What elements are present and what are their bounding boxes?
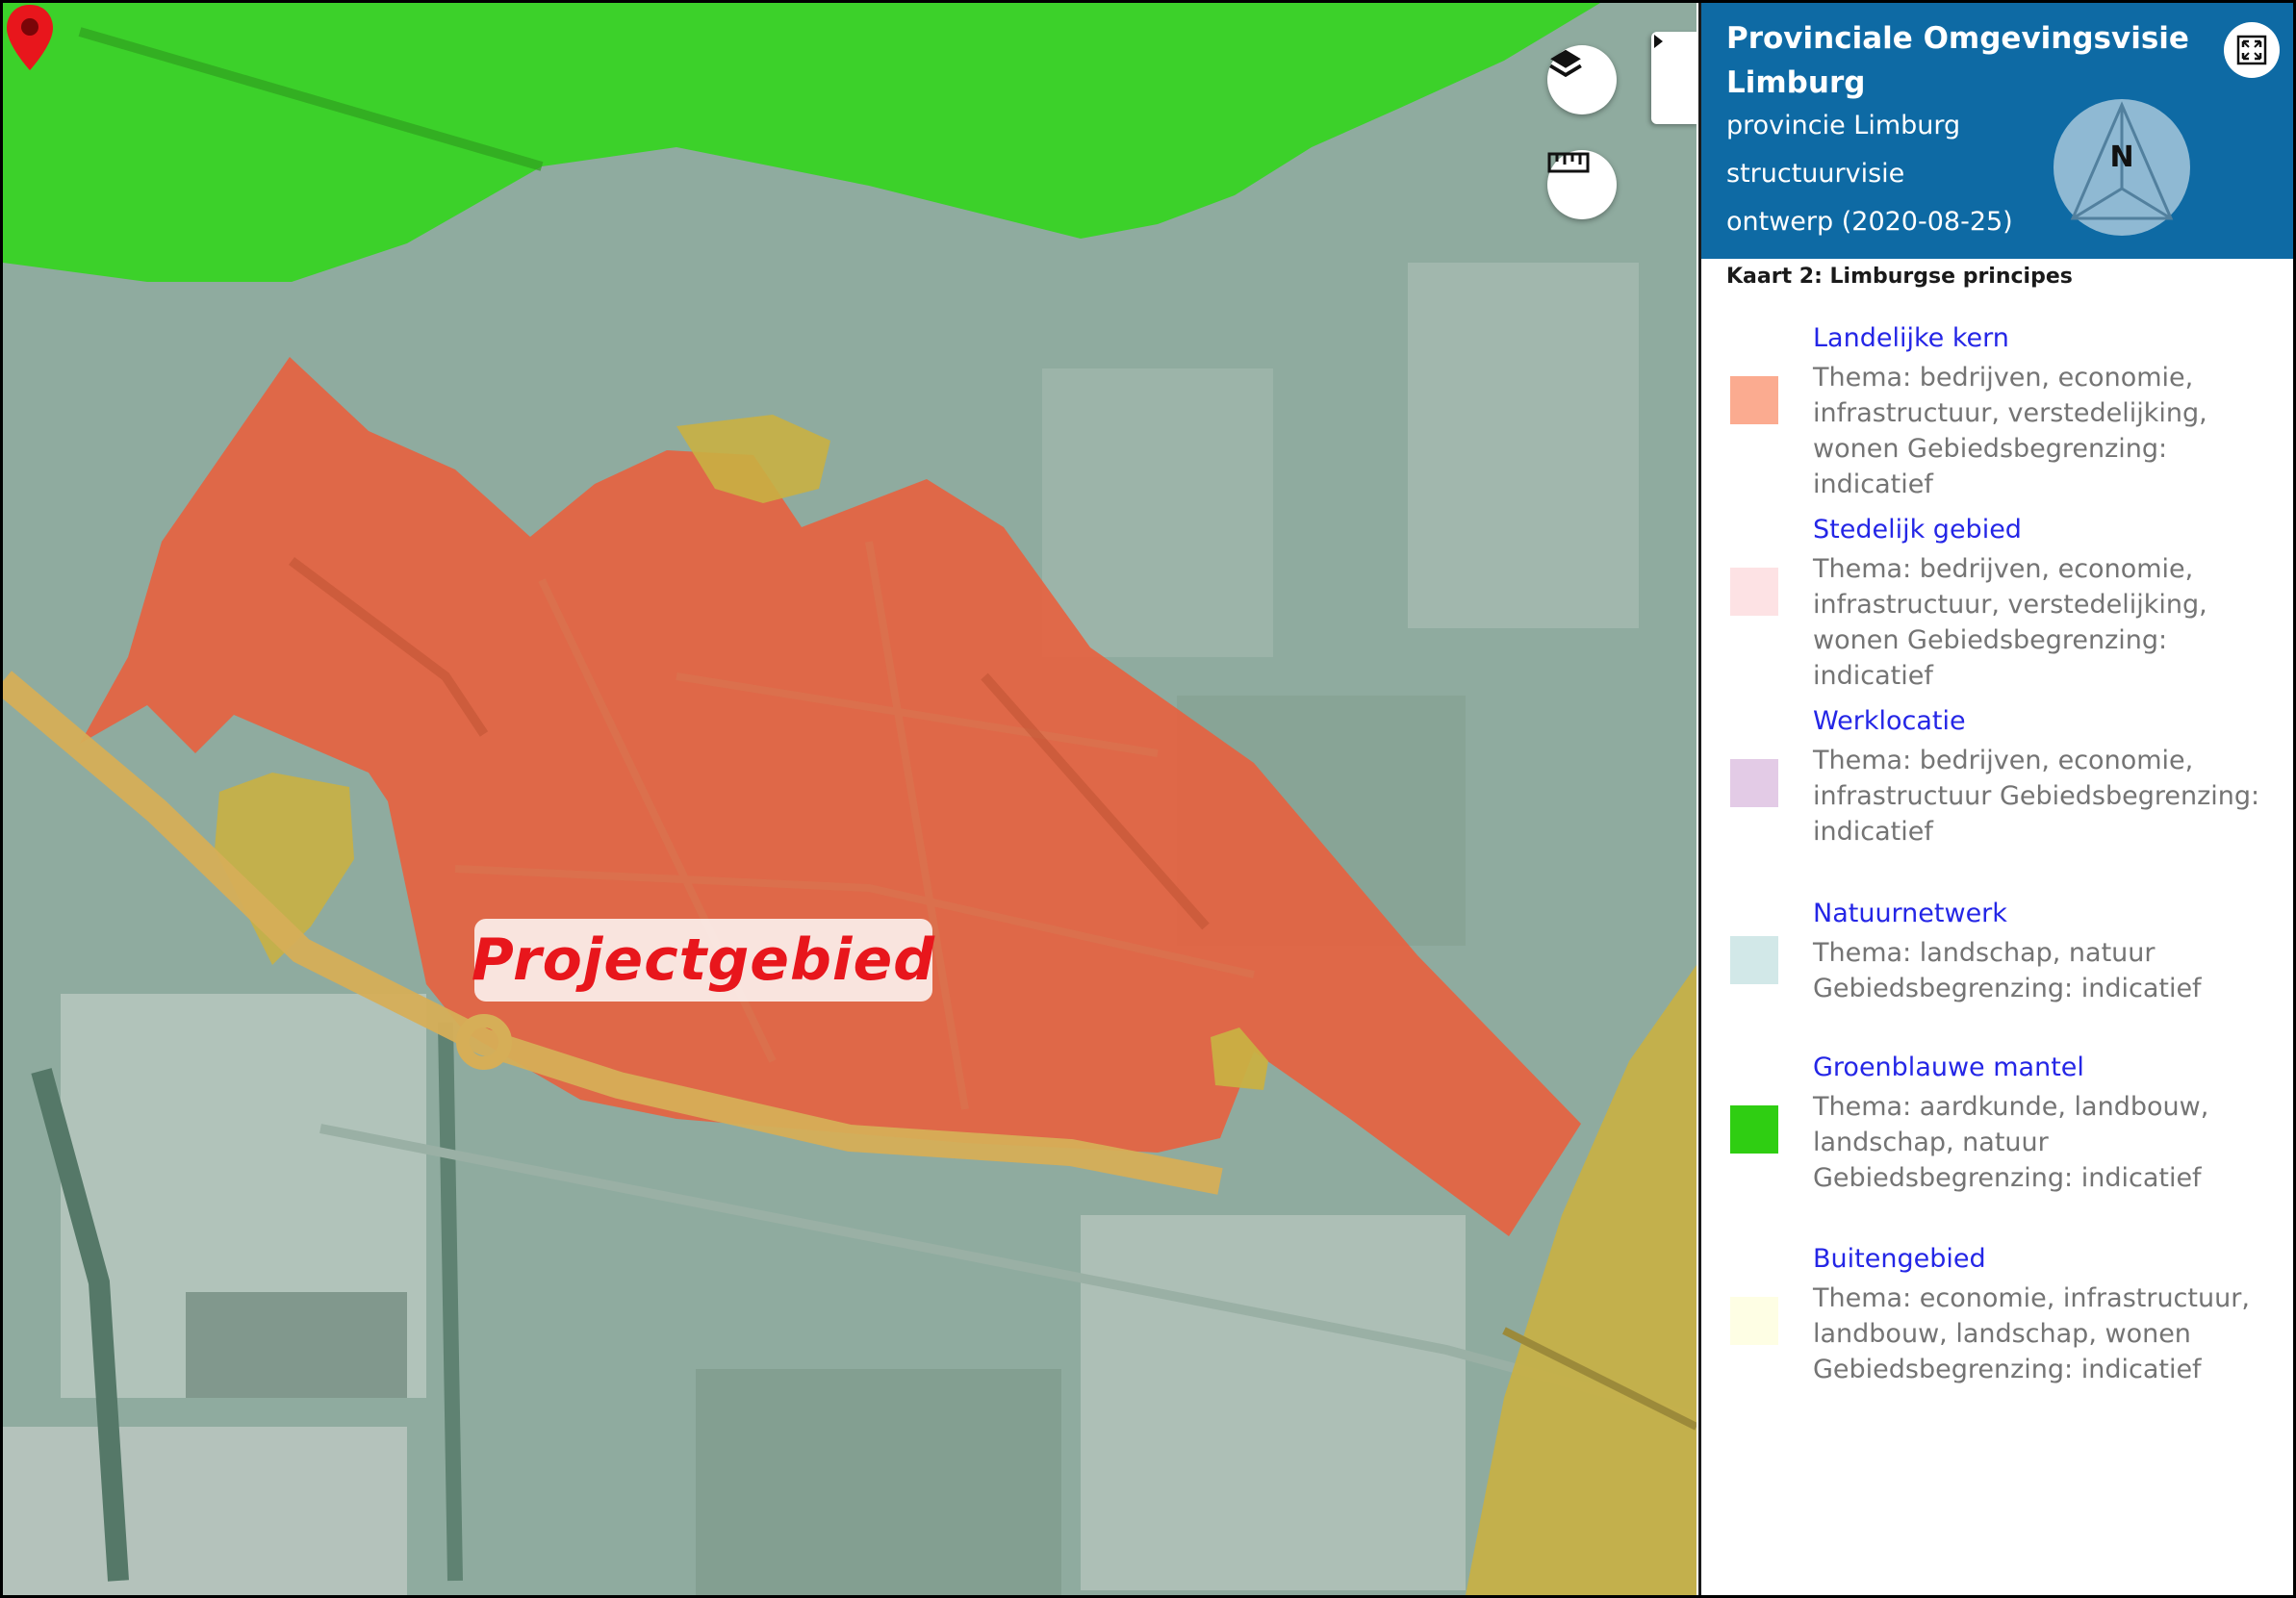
legend-swatch: [1730, 936, 1778, 984]
app-frame: Projectgebied Provinciale Omgevingsvisie…: [0, 0, 2296, 1598]
location-pin-icon[interactable]: [3, 3, 57, 72]
field-patch: [1042, 368, 1273, 657]
legend-description: Thema: bedrijven, economie, infrastructu…: [1813, 554, 2207, 691]
plan-title: Provinciale Omgevingsvisie Limburg: [1726, 21, 2189, 100]
ruler-icon: [1547, 152, 1590, 173]
map-canvas[interactable]: [3, 3, 1696, 1595]
legend-title[interactable]: Natuurnetwerk: [1813, 899, 2007, 928]
legend-description: Thema: aardkunde, landbouw, landschap, n…: [1813, 1092, 2209, 1193]
panel-header: Provinciale Omgevingsvisie Limburg provi…: [1701, 3, 2293, 259]
legend-title[interactable]: Buitengebied: [1813, 1244, 1986, 1274]
legend-title[interactable]: Landelijke kern: [1813, 323, 2009, 353]
compass-north-label: N: [2109, 140, 2133, 174]
fullscreen-icon: [2236, 35, 2267, 65]
legend-swatch: [1730, 759, 1778, 807]
layers-button[interactable]: [1547, 45, 1617, 114]
legend-description: Thema: bedrijven, economie, infrastructu…: [1813, 746, 2260, 847]
field-patch: [1081, 1215, 1466, 1590]
legend-swatch: [1730, 1105, 1778, 1154]
legend-title[interactable]: Werklocatie: [1813, 706, 1966, 736]
legend-title[interactable]: Groenblauwe mantel: [1813, 1053, 2084, 1082]
plan-status: ontwerp (2020-08-25): [1726, 207, 2013, 237]
legend-description: Thema: bedrijven, economie, infrastructu…: [1813, 363, 2207, 499]
legend-description: Thema: landschap, natuur Gebiedsbegrenzi…: [1813, 938, 2202, 1003]
compass-icon[interactable]: N: [2052, 97, 2192, 238]
legend-swatch: [1730, 376, 1778, 424]
project-area-label: Projectgebied: [472, 919, 934, 1002]
field-patch: [3, 1427, 407, 1595]
map-subtitle: Kaart 2: Limburgse principes: [1726, 265, 2073, 289]
legend-panel: Provinciale Omgevingsvisie Limburg provi…: [1698, 3, 2293, 1595]
field-patch: [696, 1369, 1061, 1595]
caret-right-icon: [1654, 35, 1663, 48]
field-patch: [1408, 263, 1639, 628]
collapse-panel-button[interactable]: [1651, 32, 1696, 124]
plan-type: structuurvisie: [1726, 159, 1905, 189]
legend-description: Thema: economie, infrastructuur, landbou…: [1813, 1283, 2250, 1384]
fullscreen-button[interactable]: [2224, 22, 2280, 78]
legend-swatch: [1730, 568, 1778, 616]
measure-button[interactable]: [1547, 150, 1617, 219]
map-view[interactable]: Projectgebied: [3, 3, 1696, 1595]
legend-title[interactable]: Stedelijk gebied: [1813, 515, 2022, 545]
legend-swatch: [1730, 1297, 1778, 1345]
tree-line: [438, 1022, 463, 1582]
plan-owner: provincie Limburg: [1726, 111, 1961, 140]
layers-icon: [1549, 49, 1582, 78]
building-cluster: [186, 1292, 407, 1398]
